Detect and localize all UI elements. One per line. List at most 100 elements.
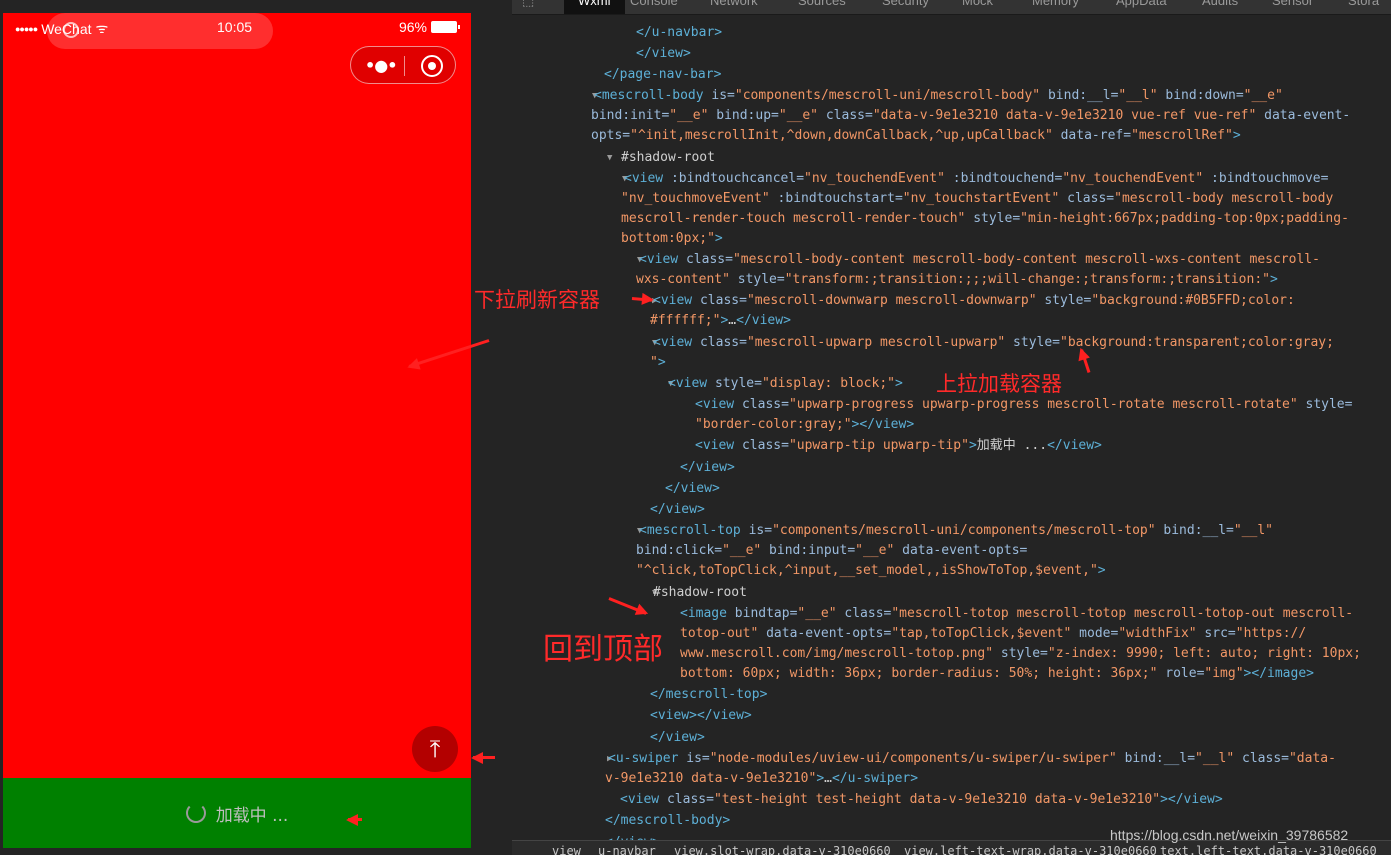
wxml-line[interactable]: "nv_touchmoveEvent" :bindtouchstart="nv_… <box>621 189 1333 209</box>
breadcrumb-item[interactable]: view <box>552 844 581 855</box>
wxml-token: "^init,mescrollInit,^down,downCallback,^… <box>630 128 1053 143</box>
wxml-line[interactable]: "^click,toTopClick,^input,__set_model,,i… <box>636 561 1106 581</box>
wxml-token: data-event-opts= <box>758 626 892 641</box>
wxml-token: "nv_touchstartEvent" <box>902 191 1060 206</box>
inspect-icon[interactable]: ⬚ <box>522 0 534 9</box>
wxml-line[interactable]: mescroll-render-touch mescroll-render-to… <box>621 209 1349 229</box>
tab-appdata[interactable]: AppData <box>1116 0 1167 8</box>
wxml-line[interactable]: <view></view> <box>650 706 752 726</box>
breadcrumb-item[interactable]: view.left-text-wrap.data-v-310e0660 <box>904 844 1157 855</box>
more-icon[interactable]: •●• <box>365 56 397 75</box>
wxml-token: "upwarp-tip upwarp-tip" <box>788 438 969 453</box>
wxml-line[interactable]: www.mescroll.com/img/mescroll-totop.png"… <box>680 644 1361 664</box>
wxml-token: </view> <box>1167 792 1223 807</box>
wxml-token: style= <box>1005 335 1061 350</box>
wxml-line[interactable]: bind:init="__e" bind:up="__e" class="dat… <box>591 106 1350 126</box>
tab-memory[interactable]: Memory <box>1032 0 1079 8</box>
status-bar: ●●●●● WeChat ᯤ 10:05 96% <box>3 13 471 43</box>
tab-mock[interactable]: Mock <box>962 0 993 8</box>
wxml-token: "test-height test-height data-v-9e1e3210… <box>713 792 1161 807</box>
wxml-line[interactable]: opts="^init,mescrollInit,^down,downCallb… <box>591 126 1241 146</box>
wxml-line[interactable]: </view> <box>650 728 705 748</box>
wxml-token: "components/mescroll-uni/mescroll-body" <box>734 88 1041 103</box>
annotation-pulldown: 下拉刷新容器 <box>474 288 600 312</box>
wxml-line[interactable]: <u-swiper is="node-modules/uview-ui/comp… <box>608 749 1336 769</box>
wxml-token: > <box>1232 128 1241 143</box>
expand-toggle-icon[interactable]: ▼ <box>607 148 612 168</box>
wxml-line[interactable]: </view> <box>680 458 735 478</box>
wxml-line[interactable]: v-9e1e3210 data-v-9e1e3210">…</u-swiper> <box>605 769 918 789</box>
tab-console[interactable]: Console <box>630 0 678 8</box>
wxml-token: </view> <box>636 46 691 61</box>
wxml-line[interactable]: totop-out" data-event-opts="tap,toTopCli… <box>680 624 1306 644</box>
wxml-line[interactable]: </mescroll-top> <box>650 685 767 705</box>
tab-stora[interactable]: Stora <box>1348 0 1379 8</box>
wxml-line[interactable]: </u-navbar> <box>636 23 722 43</box>
wxml-token: "__e" <box>797 606 837 621</box>
wxml-line[interactable]: bottom: 60px; width: 36px; border-radius… <box>680 664 1314 684</box>
tab-sources[interactable]: Sources <box>798 0 846 8</box>
wxml-line[interactable]: bottom:0px;"> <box>621 229 723 249</box>
back-to-top-button[interactable]: ⤒ <box>412 726 458 772</box>
wxml-line[interactable]: #shadow-root <box>653 583 747 603</box>
tab-wxml[interactable]: Wxml <box>564 0 625 14</box>
wxml-token: </mescroll-top> <box>650 687 768 702</box>
wxml-token: <view <box>695 397 742 412</box>
wxml-line[interactable]: <view class="upwarp-progress upwarp-prog… <box>695 395 1352 415</box>
wxml-token: … <box>824 771 832 786</box>
wxml-line[interactable]: <view class="mescroll-downwarp mescroll-… <box>653 291 1295 311</box>
breadcrumb-item[interactable]: u-navbar <box>598 844 656 855</box>
wxml-line[interactable]: <view class="test-height test-height dat… <box>620 790 1223 810</box>
wxml-token: v-9e1e3210 data-v-9e1e3210" <box>605 771 817 786</box>
wxml-token: > <box>968 438 977 453</box>
wxml-token: class= <box>818 108 873 123</box>
wxml-token: "border-color:gray;" <box>695 417 852 432</box>
wxml-line[interactable]: <view class="upwarp-tip upwarp-tip">加载中 … <box>695 436 1102 456</box>
wxml-token: role= <box>1157 666 1205 681</box>
tab-network[interactable]: Network <box>710 0 758 8</box>
wxml-line[interactable]: </mescroll-body> <box>605 811 730 831</box>
wxml-line[interactable]: #shadow-root <box>621 148 715 168</box>
annotation-pullup: 上拉加载容器 <box>936 372 1062 396</box>
wxml-line[interactable]: <mescroll-top is="components/mescroll-un… <box>639 521 1273 541</box>
wxml-line[interactable]: <mescroll-body is="components/mescroll-u… <box>594 86 1283 106</box>
wxml-line[interactable]: <view style="display: block;"> <box>668 374 903 394</box>
wxml-token: class= <box>836 606 892 621</box>
wxml-line[interactable]: <view :bindtouchcancel="nv_touchendEvent… <box>624 169 1328 189</box>
wxml-line[interactable]: <view class="mescroll-upwarp mescroll-up… <box>653 333 1334 353</box>
wxml-token: class= <box>699 335 747 350</box>
wxml-token: <mescroll-top <box>639 523 749 538</box>
wxml-token: </view> <box>650 502 705 517</box>
wxml-token: style= <box>729 272 785 287</box>
close-miniprogram-icon[interactable] <box>421 55 443 77</box>
wxml-token: style= <box>965 211 1021 226</box>
wxml-token: "__e" <box>669 108 709 123</box>
phone-simulator: ●●●●● WeChat ᯤ 10:05 96% •●• ⤒ 加载中 ... <box>3 13 471 848</box>
wxml-line[interactable]: </page-nav-bar> <box>604 65 721 85</box>
wxml-line[interactable]: </view> <box>636 44 691 64</box>
wxml-token: "https:// <box>1235 626 1307 641</box>
arrow-up-to-top-icon: ⤒ <box>429 735 441 763</box>
wxml-line[interactable]: bind:click="__e" bind:input="__e" data-e… <box>636 541 1027 561</box>
annotation-totop: 回到顶部 <box>543 632 663 667</box>
wxml-line[interactable]: </view> <box>665 479 720 499</box>
wxml-token: :bindtouchmove= <box>1203 171 1329 186</box>
wxml-line[interactable]: </view> <box>650 500 705 520</box>
wxml-token: src= <box>1196 626 1236 641</box>
wxml-token: </u-swiper> <box>831 771 919 786</box>
wxml-line[interactable]: wxs-content" style="transform:;transitio… <box>636 270 1278 290</box>
tab-security[interactable]: Security <box>882 0 929 8</box>
wifi-icon: ᯤ <box>95 20 109 36</box>
wxml-line[interactable]: #ffffff;">…</view> <box>650 311 791 331</box>
wxml-token: <view <box>624 171 671 186</box>
wxml-line[interactable]: <view class="mescroll-body-content mescr… <box>639 250 1320 270</box>
tab-audits[interactable]: Audits <box>1202 0 1238 8</box>
wxml-line[interactable]: "border-color:gray;"></view> <box>695 415 914 435</box>
tab-sensor[interactable]: Sensor <box>1272 0 1313 8</box>
wxml-line[interactable]: <image bindtap="__e" class="mescroll-tot… <box>680 604 1353 624</box>
wxml-line[interactable]: "> <box>650 353 666 373</box>
breadcrumb-item[interactable]: text.left-text.data-v-310e0660 <box>1160 844 1377 855</box>
status-right: 96% <box>399 19 460 35</box>
signal-icon: ●●●●● <box>15 23 38 34</box>
breadcrumb-item[interactable]: view.slot-wrap.data-v-310e0660 <box>674 844 891 855</box>
